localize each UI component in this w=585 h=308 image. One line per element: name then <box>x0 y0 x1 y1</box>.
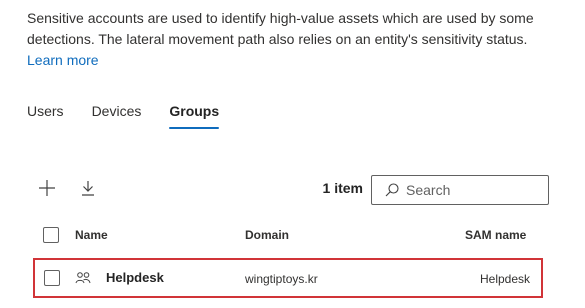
table-header: Name Domain SAM name <box>28 224 558 248</box>
row-sam-name: Helpdesk <box>480 272 531 286</box>
row-name[interactable]: Helpdesk <box>106 268 164 288</box>
search-input[interactable] <box>406 182 536 198</box>
row-checkbox[interactable] <box>44 270 60 286</box>
learn-more-link[interactable]: Learn more <box>27 52 99 68</box>
search-box[interactable] <box>371 175 549 205</box>
tab-devices[interactable]: Devices <box>92 101 142 131</box>
row-domain: wingtiptoys.kr <box>245 272 318 286</box>
table-row[interactable]: Helpdesk wingtiptoys.kr Helpdesk <box>33 258 543 298</box>
column-header-sam-name[interactable]: SAM name <box>465 225 526 245</box>
add-icon[interactable] <box>37 178 57 198</box>
tab-bar: Users Devices Groups <box>27 101 247 131</box>
description-text: Sensitive accounts are used to identify … <box>27 10 534 47</box>
download-icon[interactable] <box>78 178 98 198</box>
tab-groups[interactable]: Groups <box>169 101 219 131</box>
select-all-checkbox[interactable] <box>43 227 59 243</box>
group-icon <box>74 269 92 287</box>
column-header-domain[interactable]: Domain <box>245 225 289 245</box>
search-icon <box>385 183 399 197</box>
item-count: 1 item <box>322 180 363 196</box>
column-header-name[interactable]: Name <box>75 225 108 245</box>
description: Sensitive accounts are used to identify … <box>27 8 577 71</box>
tab-users[interactable]: Users <box>27 101 64 131</box>
